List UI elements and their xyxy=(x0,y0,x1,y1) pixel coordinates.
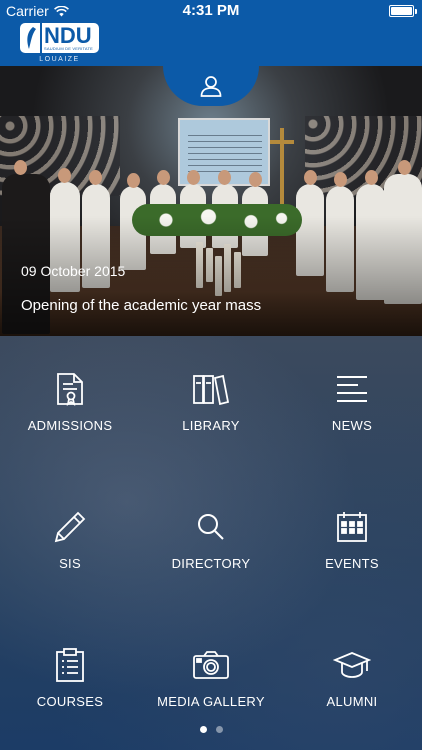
menu-item-news[interactable]: NEWS xyxy=(282,372,422,442)
menu-item-label: SIS xyxy=(59,556,81,571)
logo-wordmark: NDU xyxy=(44,22,92,48)
menu-item-directory[interactable]: DIRECTORY xyxy=(141,510,281,580)
search-icon xyxy=(198,514,224,540)
menu-item-label: ADMISSIONS xyxy=(27,418,113,433)
user-icon xyxy=(200,76,222,97)
logo-mark-icon xyxy=(20,23,40,53)
menu-item-label: COURSES xyxy=(36,694,104,709)
main-menu: ADMISSIONS LIBRARY NEWS SIS DIRECTORY EV… xyxy=(0,336,422,750)
menu-item-label: ALUMNI xyxy=(326,694,378,709)
menu-item-library[interactable]: LIBRARY xyxy=(141,372,281,442)
status-bar: Carrier 4:31 PM xyxy=(0,0,422,22)
menu-item-alumni[interactable]: ALUMNI xyxy=(282,648,422,718)
logo-motto: SAUDIUM DE VERITATE xyxy=(44,45,93,51)
menu-item-label: NEWS xyxy=(331,418,373,433)
menu-item-label: MEDIA GALLERY xyxy=(157,694,265,709)
menu-item-sis[interactable]: SIS xyxy=(0,510,140,580)
clock: 4:31 PM xyxy=(182,2,240,19)
logo-location: LOUAIZE xyxy=(39,56,80,63)
ndu-logo: NDU SAUDIUM DE VERITATE LOUAIZE xyxy=(20,23,99,63)
menu-item-admissions[interactable]: ADMISSIONS xyxy=(0,372,140,442)
hero-date: 09 October 2015 xyxy=(21,263,126,279)
clipboard-list-icon xyxy=(56,648,84,682)
calendar-icon xyxy=(337,512,367,542)
graduation-cap-icon xyxy=(333,652,371,678)
menu-item-courses[interactable]: COURSES xyxy=(0,648,140,718)
menu-item-media-gallery[interactable]: MEDIA GALLERY xyxy=(141,648,281,718)
menu-item-events[interactable]: EVENTS xyxy=(282,510,422,580)
camera-icon xyxy=(193,651,229,679)
page-indicator[interactable] xyxy=(0,726,422,733)
battery-icon xyxy=(389,5,417,17)
hero-title: Opening of the academic year mass xyxy=(21,297,262,314)
menu-lines-icon xyxy=(337,376,367,402)
menu-item-label: LIBRARY xyxy=(182,418,240,433)
page-dot-1[interactable] xyxy=(199,726,207,733)
pencil-icon xyxy=(54,511,86,543)
menu-item-label: DIRECTORY xyxy=(171,556,251,571)
certificate-document-icon xyxy=(57,373,83,406)
books-icon xyxy=(193,374,230,405)
app-header: Carrier 4:31 PM NDU SAUDIUM DE VERITATE … xyxy=(0,0,422,66)
hero-banner[interactable]: 09 October 2015 Opening of the academic … xyxy=(0,66,422,336)
page-dot-2[interactable] xyxy=(215,726,223,733)
menu-item-label: EVENTS xyxy=(325,556,379,571)
